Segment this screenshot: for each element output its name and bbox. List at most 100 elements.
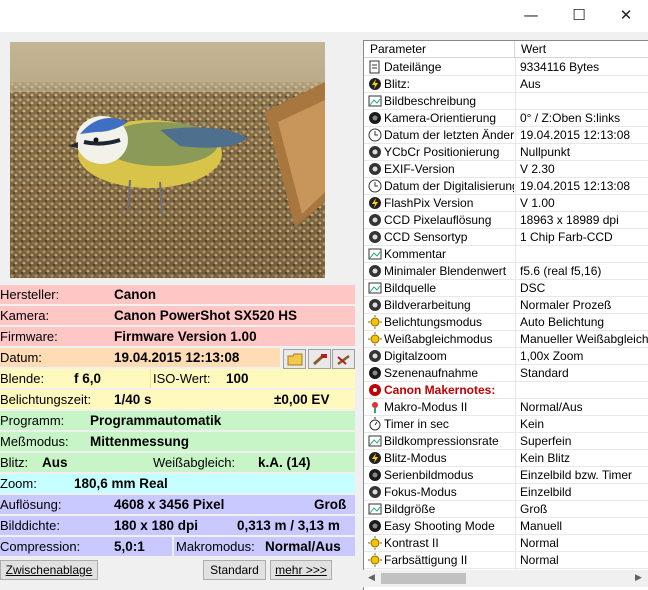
table-row[interactable]: Farbsättigung II Normal — [364, 552, 648, 569]
mehr-label: mehr >>> — [275, 563, 327, 577]
camera-icon — [368, 111, 382, 125]
aufloesung-value: 4608 x 3456 Pixel — [114, 497, 225, 512]
blende-divider — [150, 369, 151, 388]
camera-icon — [368, 366, 382, 380]
table-row[interactable]: Bildquelle DSC — [364, 280, 648, 297]
column-header-parameter[interactable]: Parameter — [364, 41, 515, 58]
bilddichte-value: 180 x 180 dpi — [114, 518, 199, 533]
table-cell-value: V 2.30 — [520, 162, 555, 176]
table-row[interactable]: Easy Shooting Mode Manuell — [364, 518, 648, 535]
zwischenablage-button[interactable]: Zwischenablage — [0, 560, 98, 580]
table-row[interactable]: Bildbeschreibung — [364, 93, 648, 110]
scroll-right-icon[interactable]: ▶ — [635, 572, 642, 583]
table-cell-parameter: Belichtungsmodus — [384, 315, 483, 329]
table-cell-value: Aus — [520, 77, 541, 91]
image-icon — [368, 434, 382, 448]
standard-button[interactable]: Standard — [203, 560, 266, 580]
row-blende: Blende: f 6,0 ISO-Wert: 100 — [0, 369, 355, 388]
close-button[interactable]: ✕ — [603, 0, 648, 30]
row-datum: Datum: 19.04.2015 12:13:08 — [0, 348, 280, 367]
table-row[interactable]: Kontrast II Normal — [364, 535, 648, 552]
table-row[interactable]: CCD Pixelauflösung 18963 x 18989 dpi — [364, 212, 648, 229]
bildgroesse-value: Groß — [314, 497, 347, 512]
ev-value: ±0,00 EV — [274, 392, 330, 407]
table-row[interactable]: Bildkompressionsrate Superfein — [364, 433, 648, 450]
table-cell-value: 18963 x 18989 dpi — [520, 213, 619, 227]
firmware-label: Firmware: — [0, 329, 58, 344]
table-row[interactable]: Kommentar — [364, 246, 648, 263]
image-icon — [368, 502, 382, 516]
table-row[interactable]: Bildverarbeitung Normaler Prozeß — [364, 297, 648, 314]
table-cell-value: 1,00x Zoom — [520, 349, 584, 363]
folder-button[interactable] — [283, 349, 306, 369]
photo-preview — [10, 42, 325, 278]
table-row[interactable]: Datum der letzten Änder... 19.04.2015 12:… — [364, 127, 648, 144]
table-cell-value: 1 Chip Farb-CCD — [520, 230, 613, 244]
table-row[interactable]: Blitz: Aus — [364, 76, 648, 93]
gear-icon — [368, 264, 382, 278]
table-row[interactable]: FlashPix Version V 1.00 — [364, 195, 648, 212]
aufloesung-label: Auflösung: — [0, 497, 62, 512]
firmware-value: Firmware Version 1.00 — [114, 329, 257, 344]
row-belichtung: Belichtungszeit: 1/40 s ±0,00 EV — [0, 390, 355, 409]
table-cell-parameter: Blitz-Modus — [384, 451, 447, 465]
edit-tool-button[interactable] — [308, 349, 331, 369]
table-row[interactable]: EXIF-Version V 2.30 — [364, 161, 648, 178]
camera-icon — [368, 519, 382, 533]
gear-icon — [368, 162, 382, 176]
horizontal-scrollbar[interactable]: ◀ ▶ — [363, 570, 648, 587]
table-cell-value: 19.04.2015 12:13:08 — [520, 179, 631, 193]
table-row[interactable]: Makro-Modus II Normal/Aus — [364, 399, 648, 416]
tools-icon — [336, 354, 350, 365]
table-cell-parameter: Farbsättigung II — [384, 553, 468, 567]
table-row[interactable]: Datum der Digitalisierung 19.04.2015 12:1… — [364, 178, 648, 195]
row-zoom: Zoom: 180,6 mm Real — [0, 474, 355, 493]
clock-icon — [368, 179, 382, 193]
table-cell-parameter: Bildverarbeitung — [384, 298, 471, 312]
table-row[interactable]: Kamera-Orientierung 0° / Z:Oben S:links — [364, 110, 648, 127]
column-header-wert[interactable]: Wert — [515, 41, 648, 58]
sun-icon — [368, 536, 382, 550]
sun-icon — [368, 315, 382, 329]
blitz-value: Aus — [42, 455, 68, 470]
exif-table[interactable]: Parameter Wert Dateilänge 9334116 Bytes Bl… — [363, 40, 648, 590]
table-row[interactable]: YCbCr Positionierung Nullpunkt — [364, 144, 648, 161]
table-row[interactable]: CCD Sensortyp 1 Chip Farb-CCD — [364, 229, 648, 246]
table-row[interactable]: Dateilänge 9334116 Bytes — [364, 59, 648, 76]
table-cell-parameter: Serienbildmodus — [384, 468, 474, 482]
row-firmware: Firmware: Firmware Version 1.00 — [0, 327, 355, 346]
table-row[interactable]: Bildgröße Groß — [364, 501, 648, 518]
table-row[interactable]: Szenenaufnahme Standard — [364, 365, 648, 382]
table-row[interactable]: Canon Makernotes: — [364, 382, 648, 399]
compression-value: 5,0:1 — [114, 539, 145, 554]
belichtung-value: 1/40 s — [114, 392, 152, 407]
table-cell-value: Manueller Weißabgleich — [520, 332, 648, 346]
table-row[interactable]: Serienbildmodus Einzelbild bzw. Timer — [364, 467, 648, 484]
table-row[interactable]: Digitalzoom 1,00x Zoom — [364, 348, 648, 365]
image-icon — [368, 281, 382, 295]
row-compression: Compression: 5,0:1 — [0, 537, 172, 556]
flash-icon — [368, 77, 382, 91]
mehr-button[interactable]: mehr >>> — [270, 560, 332, 580]
maximize-button[interactable]: ☐ — [556, 0, 602, 30]
zoom-label: Zoom: — [0, 476, 37, 491]
table-cell-value: Normal — [520, 536, 559, 550]
table-row[interactable]: Timer in sec Kein — [364, 416, 648, 433]
flash-icon — [368, 451, 382, 465]
timer-icon — [368, 417, 382, 431]
table-row[interactable]: Fokus-Modus Einzelbild — [364, 484, 648, 501]
sun-icon — [368, 332, 382, 346]
table-cell-parameter: Timer in sec — [384, 417, 449, 431]
tools-button[interactable] — [332, 349, 355, 369]
table-row[interactable]: Weißabgleichmodus Manueller Weißabgleich — [364, 331, 648, 348]
table-row[interactable]: Belichtungsmodus Auto Belichtung — [364, 314, 648, 331]
table-row[interactable]: Blitz-Modus Kein Blitz — [364, 450, 648, 467]
scrollbar-thumb[interactable] — [381, 573, 466, 584]
scroll-left-icon[interactable]: ◀ — [368, 572, 375, 583]
gear-icon — [368, 213, 382, 227]
minimize-button[interactable]: — — [508, 0, 554, 30]
table-row[interactable]: Minimaler Blendenwert f5.6 (real f5,16) — [364, 263, 648, 280]
table-cell-parameter: Dateilänge — [384, 60, 442, 74]
clock-icon — [368, 128, 382, 142]
zwischenablage-label: Zwischenablage — [5, 563, 93, 577]
